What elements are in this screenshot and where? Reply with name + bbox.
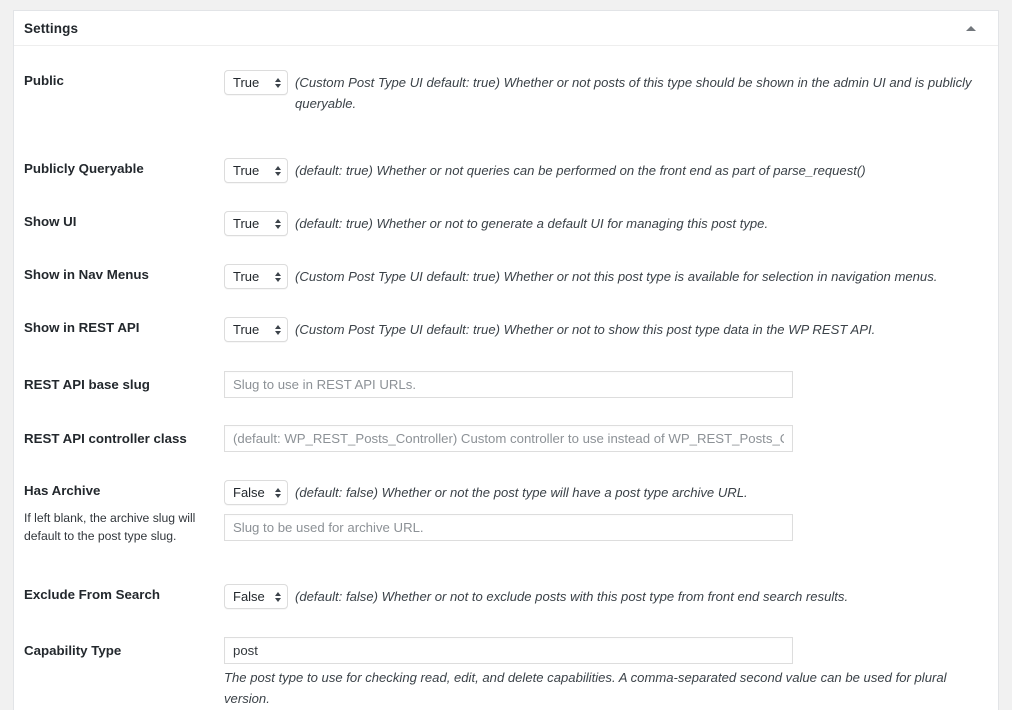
select-exclude-from-search[interactable]: False True [224,584,288,610]
page-title: Settings [24,20,79,36]
field-control-show-in-nav-menus: True False (Custom Post Type UI default:… [224,264,988,290]
field-description-show-in-rest-api: (Custom Post Type UI default: true) Whet… [295,322,876,338]
label-text: Show in REST API [24,320,140,336]
rest-api-controller-class-input[interactable] [224,425,793,453]
field-row-public: Public True False (Custom Post Type UI d… [14,70,998,114]
label-text: Publicly Queryable [24,161,144,177]
label-text: Show UI [24,214,77,230]
field-control-rest-api-base-slug [224,371,988,399]
field-label-show-ui: Show UI [24,211,224,232]
field-control-capability-type: The post type to use for checking read, … [224,637,988,709]
label-text: Capability Type [24,643,122,659]
field-control-publicly-queryable: True False (default: true) Whether or no… [224,158,988,184]
select-show-ui[interactable]: True False [224,211,288,237]
caret-up-glyph [966,26,976,31]
field-control-public: True False (Custom Post Type UI default:… [224,70,988,114]
field-label-rest-api-base-slug: REST API base slug [24,371,224,395]
field-row-rest-api-controller-class: REST API controller class [14,425,998,453]
label-text: Public [24,73,64,88]
field-row-show-in-nav-menus: Show in Nav Menus True False (Custom Pos… [14,264,998,290]
field-label-rest-api-controller-class: REST API controller class [24,425,224,449]
field-description-has-archive: (default: false) Whether or not the post… [295,485,748,501]
field-description-capability-type: The post type to use for checking read, … [224,670,947,707]
select-wrap-has-archive: False True [224,480,288,506]
field-control-has-archive: False True (default: false) Whether or n… [224,480,988,542]
rest-api-base-slug-input[interactable] [224,371,793,399]
label-text: REST API controller class [24,431,187,447]
settings-form: Public True False (Custom Post Type UI d… [14,70,998,710]
field-label-capability-type: Capability Type [24,637,224,661]
select-public[interactable]: True False [224,70,288,95]
field-row-capability-type: Capability Type The post type to use for… [14,637,998,709]
field-control-show-ui: True False (default: true) Whether or no… [224,211,988,237]
field-row-exclude-from-search: Exclude From Search False True (default:… [14,584,998,610]
select-show-in-rest-api[interactable]: True False [224,317,288,343]
select-show-in-nav-menus[interactable]: True False [224,264,288,290]
field-label-publicly-queryable: Publicly Queryable [24,158,224,179]
select-wrap-show-in-rest-api: True False [224,317,288,343]
capability-type-input[interactable] [224,637,793,665]
label-text: Show in Nav Menus [24,267,149,283]
field-label-has-archive: Has Archive If left blank, the archive s… [24,480,224,545]
field-row-show-ui: Show UI True False (default: true) Wheth… [14,211,998,237]
select-wrap-public: True False [224,70,288,95]
field-row-rest-api-base-slug: REST API base slug [14,371,998,399]
field-label-exclude-from-search: Exclude From Search [24,584,224,605]
label-subtext: If left blank, the archive slug will def… [24,510,196,543]
field-row-has-archive: Has Archive If left blank, the archive s… [14,480,998,545]
select-wrap-show-ui: True False [224,211,288,237]
field-row-show-in-rest-api: Show in REST API True False (Custom Post… [14,317,998,343]
caret-up-icon[interactable] [956,11,986,46]
label-text: Exclude From Search [24,587,160,603]
select-publicly-queryable[interactable]: True False [224,158,288,184]
label-text: Has Archive [24,483,101,499]
field-control-rest-api-controller-class [224,425,988,453]
select-wrap-publicly-queryable: True False [224,158,288,184]
field-control-show-in-rest-api: True False (Custom Post Type UI default:… [224,317,988,343]
field-description-show-ui: (default: true) Whether or not to genera… [295,216,769,232]
select-has-archive[interactable]: False True [224,480,288,506]
field-label-show-in-nav-menus: Show in Nav Menus [24,264,224,285]
settings-panel-header: Settings [14,11,998,46]
archive-slug-input[interactable] [224,514,793,542]
field-description-exclude-from-search: (default: false) Whether or not to exclu… [295,589,849,605]
field-label-show-in-rest-api: Show in REST API [24,317,224,338]
settings-panel: Settings Public True False ( [13,10,999,710]
field-row-publicly-queryable: Publicly Queryable True False (default: … [14,158,998,184]
field-label-public: Public [24,70,224,91]
select-wrap-exclude-from-search: False True [224,584,288,610]
select-wrap-show-in-nav-menus: True False [224,264,288,290]
field-description-public: (Custom Post Type UI default: true) Whet… [295,75,972,111]
field-control-exclude-from-search: False True (default: false) Whether or n… [224,584,988,610]
field-description-publicly-queryable: (default: true) Whether or not queries c… [295,163,866,179]
label-text: REST API base slug [24,377,150,393]
field-description-show-in-nav-menus: (Custom Post Type UI default: true) Whet… [295,269,938,285]
